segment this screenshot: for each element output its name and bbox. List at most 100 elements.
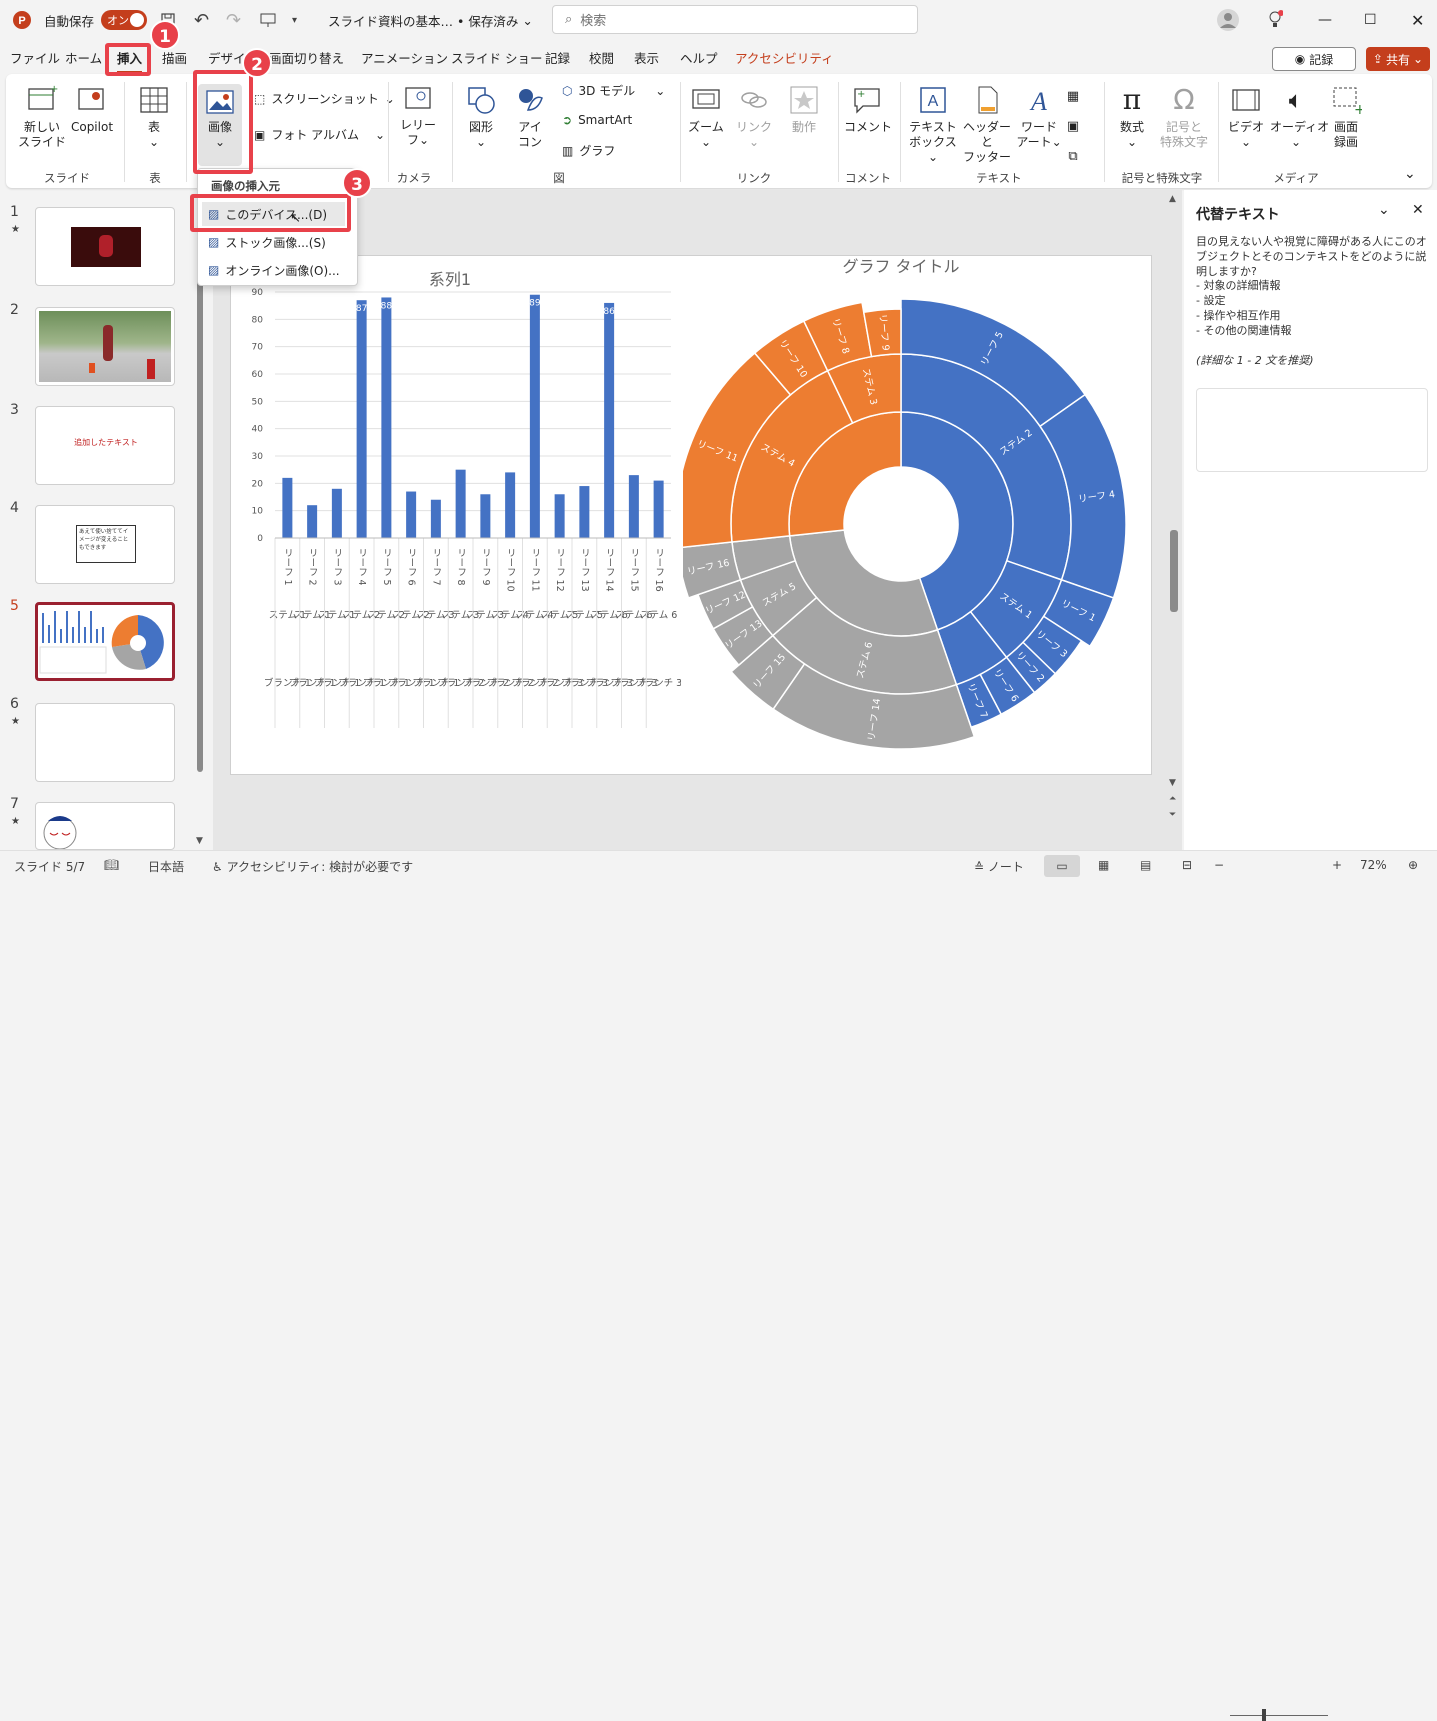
notes-button[interactable]: ≙ ノート (974, 858, 1024, 875)
zoom-slider-thumb[interactable] (1262, 1709, 1266, 1721)
bar-chart[interactable]: 系列10102030405060708090リーフ 1ステム 1ブランチ 1リー… (231, 256, 681, 776)
icons-button[interactable]: アイ コン (508, 84, 552, 150)
tab-slideshow[interactable]: スライド ショー (451, 44, 542, 74)
tab-view[interactable]: 表示 (634, 44, 659, 74)
accessibility-status[interactable]: ♿︎ アクセシビリティ: 検討が必要です (212, 858, 413, 875)
smartart-button[interactable]: ➲ SmartArt (562, 113, 632, 127)
close-icon[interactable]: ✕ (1412, 202, 1424, 218)
header-footer-button[interactable]: ヘッダーと フッター (960, 84, 1014, 165)
redo-icon[interactable]: ↷ (226, 0, 241, 40)
x-category-label: リーフ 12 (554, 548, 565, 592)
bar (604, 302, 615, 538)
normal-view-icon[interactable]: ▭ (1044, 855, 1080, 877)
textbox-button[interactable]: A テキスト ボックス⌄ (908, 84, 958, 165)
scroll-up-icon[interactable]: ▲ (1169, 194, 1176, 204)
link-button[interactable]: リンク ⌄ (734, 84, 774, 150)
object-icon[interactable]: ⧉ (1064, 142, 1082, 172)
x-category-label: リーフ 4 (356, 548, 367, 586)
share-button[interactable]: ⇪ 共有 ⌄ (1366, 47, 1430, 71)
bar (480, 494, 491, 538)
avatar[interactable] (1216, 0, 1240, 40)
chevron-down-icon: ⌄ (418, 133, 430, 147)
photo-album-button[interactable]: ▣ フォト アルバム ⌄ (254, 126, 385, 143)
wordart-button[interactable]: A ワード アート⌄ (1016, 84, 1062, 150)
table-label: 表 (147, 120, 160, 134)
screen-record-button[interactable]: + 画面 録画 (1324, 84, 1368, 150)
reading-view-icon[interactable]: ▤ (1140, 858, 1151, 872)
alt-text-input[interactable] (1196, 388, 1428, 472)
online-images-menu-item[interactable]: ▨ オンライン画像(O)... (208, 258, 340, 282)
slide-number-icon[interactable]: ▣ (1064, 112, 1082, 142)
tab-animations[interactable]: アニメーション (361, 44, 448, 74)
thumb-number: 3 (10, 402, 19, 418)
new-slide-button[interactable]: + 新しい スライド (14, 84, 70, 150)
previous-slide-icon[interactable]: ⏶ (1169, 794, 1176, 804)
minimize-icon[interactable]: — (1318, 0, 1332, 40)
autosave-toggle[interactable]: オン (101, 0, 147, 40)
slide-thumbnail-4[interactable]: あえて使い捨ててイメージが変えることもできます (35, 505, 175, 584)
step-badge-2: 2 (242, 48, 272, 78)
ribbon-collapse-icon[interactable]: ⌄ (1404, 166, 1416, 182)
fit-to-window-icon[interactable]: ⊕ (1408, 858, 1418, 872)
slide[interactable]: 系列1 0 10 20 30 40 50 60 70 80 90 リーフ 1 ステム 1 ブランチ 1 リー… (230, 255, 1152, 775)
tab-accessibility[interactable]: アクセシビリティ (735, 44, 834, 74)
chart-label: グラフ (579, 144, 616, 158)
slide-thumbnail-2[interactable] (35, 307, 175, 386)
document-title[interactable]: スライド資料の基本… • 保存済み ⌄ (328, 0, 533, 40)
video-button[interactable]: ビデオ ⌄ (1224, 84, 1268, 150)
search-input[interactable]: ⌕ 検索 (552, 5, 918, 34)
zoom-out-icon[interactable]: − (1214, 858, 1224, 872)
tab-help[interactable]: ヘルプ (680, 44, 718, 74)
customize-qat-icon[interactable]: ▾ (292, 0, 297, 40)
date-time-icon[interactable]: ▦ (1064, 82, 1082, 112)
3d-model-button[interactable]: ⬡ 3D モデル ⌄ (562, 82, 665, 99)
slide-thumbnail-1[interactable] (35, 207, 175, 286)
close-icon[interactable]: ✕ (1411, 0, 1424, 40)
sunburst-chart[interactable]: グラフ タイトルステム 2リーフ 5リーフ 4ステム 1 リーフ 1リーフ 3リー… (683, 256, 1153, 776)
audio-button[interactable]: 🔈︎ オーディオ ⌄ (1270, 84, 1329, 150)
zoom-level[interactable]: 72% (1360, 858, 1387, 872)
screenshot-label: スクリーンショット (271, 92, 379, 106)
tab-home[interactable]: ホーム (65, 44, 102, 74)
scroll-down-icon[interactable]: ▼ (1169, 778, 1176, 788)
spelling-icon[interactable]: 📖︎ (104, 858, 119, 872)
zoom-slider[interactable] (1230, 1715, 1328, 1716)
language-status[interactable]: 日本語 (148, 858, 184, 875)
zoom-button[interactable]: ズーム ⌄ (686, 84, 726, 150)
copilot-button[interactable]: Copilot (70, 84, 114, 135)
slide-sorter-icon[interactable]: ▦ (1098, 858, 1109, 872)
next-slide-icon[interactable]: ⏷ (1169, 810, 1176, 820)
slideshow-icon[interactable]: ⊟ (1182, 858, 1192, 872)
screenshot-button[interactable]: ⬚ スクリーンショット ⌄ (254, 90, 395, 107)
shapes-button[interactable]: 図形 ⌄ (458, 84, 504, 150)
pane-bullets: - 対象の詳細情報 - 設定 - 操作や相互作用 - その他の関連情報 (1196, 278, 1291, 338)
tab-file[interactable]: ファイル (10, 44, 60, 74)
slide-thumbnail-5[interactable] (35, 602, 175, 681)
comment-button[interactable]: + コメント (844, 84, 892, 135)
stock-images-menu-item[interactable]: ▨ ストック画像...(S) (208, 230, 326, 254)
chart-button[interactable]: ▥ グラフ (562, 142, 615, 159)
slide-thumbnail-3[interactable]: 追加したテキスト (35, 406, 175, 485)
equation-label: 数式 (1119, 120, 1144, 134)
equation-button[interactable]: π 数式 ⌄ (1110, 84, 1154, 150)
slide-thumbnail-6[interactable] (35, 703, 175, 782)
table-button[interactable]: 表 ⌄ (134, 84, 174, 150)
tab-transitions[interactable]: 画面切り替え (269, 44, 344, 74)
action-button[interactable]: 動作 (784, 84, 824, 135)
tab-review[interactable]: 校閲 (589, 44, 614, 74)
symbol-button[interactable]: Ω 記号と 特殊文字 (1156, 84, 1212, 150)
tab-record[interactable]: 記録 (545, 44, 570, 74)
y-tick-label: 70 (252, 343, 264, 353)
thumb-number: 5 (10, 598, 19, 614)
chevron-down-icon[interactable]: ⌄ (1378, 202, 1390, 218)
lightbulb-icon[interactable] (1267, 0, 1283, 40)
cameo-button[interactable]: レリー フ⌄ (396, 84, 440, 148)
maximize-icon[interactable]: ☐ (1364, 0, 1377, 40)
scroll-down-icon[interactable]: ▼ (196, 836, 203, 846)
presentation-icon[interactable] (260, 0, 276, 40)
undo-icon[interactable]: ↶ (194, 0, 209, 40)
zoom-in-icon[interactable]: + (1332, 858, 1342, 872)
canvas-scrollbar[interactable] (1170, 530, 1178, 612)
record-button[interactable]: ◉ 記録 (1272, 47, 1356, 71)
slide-thumbnail-7[interactable] (35, 802, 175, 850)
